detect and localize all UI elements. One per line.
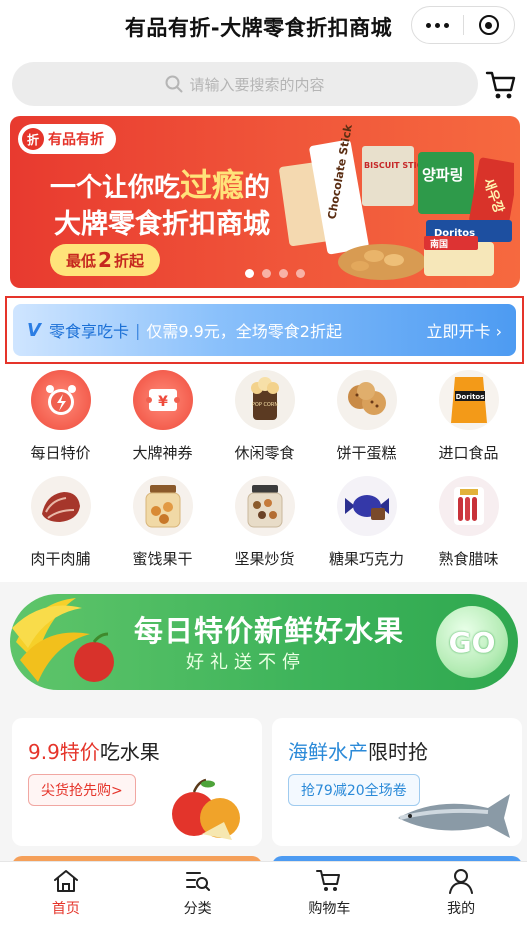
category-nuts[interactable]: 坚果炒货 <box>212 476 317 580</box>
user-icon <box>449 869 474 894</box>
promo-title: 海鲜水产限时抢 <box>288 736 428 765</box>
dried-fruit-jar-icon <box>132 476 193 536</box>
category-label: 肉干肉脯 <box>30 550 91 568</box>
sausage-icon <box>438 476 499 536</box>
pill-pre: 最低 <box>66 251 97 270</box>
promo-title-highlight: 海鲜水产 <box>288 740 368 764</box>
promo-title: 9.9特价吃水果 <box>28 736 160 765</box>
apple-icon <box>172 778 240 840</box>
fish-icon <box>398 794 510 838</box>
tab-label: 我的 <box>447 901 476 917</box>
svg-text:¥: ¥ <box>158 394 168 410</box>
category-dried-fruit[interactable]: 蜜饯果干 <box>110 476 215 580</box>
jerky-icon <box>30 476 91 536</box>
title-bar: 有品有折-大牌零食折扣商城 <box>0 0 527 52</box>
product-text-nanguo: 南国 <box>430 238 448 250</box>
tab-mine[interactable]: 我的 <box>395 862 527 927</box>
tab-cart[interactable]: 购物车 <box>264 862 396 927</box>
category-label: 每日特价 <box>30 444 91 462</box>
carousel-dot[interactable] <box>262 269 271 278</box>
tab-label: 分类 <box>183 901 212 917</box>
category-daily-deal[interactable]: 每日特价 <box>8 370 113 474</box>
search-input[interactable]: 请输入要搜索的内容 <box>12 62 478 106</box>
headline-highlight: 过瘾 <box>180 166 245 204</box>
popcorn-label: POP CORN <box>251 402 277 408</box>
category-label: 大牌神券 <box>132 444 193 462</box>
carousel-dot[interactable] <box>296 269 305 278</box>
cookies-icon <box>336 370 397 430</box>
category-label: 进口食品 <box>438 444 499 462</box>
alarm-clock-icon <box>30 370 91 430</box>
category-label: 蜜饯果干 <box>132 550 193 568</box>
popcorn-icon: POP CORN <box>234 370 295 430</box>
fruit-banner[interactable]: 每日特价新鲜好水果 好礼送不停 GO <box>10 594 518 690</box>
doritos-chips-icon: Doritos <box>438 370 499 430</box>
brand-logo-icon: 折 <box>22 128 44 150</box>
promo-card-seafood[interactable]: 海鲜水产限时抢 抢79减20全场卷 <box>272 718 522 846</box>
cart-icon <box>316 870 341 891</box>
fruit-banner-title: 每日特价新鲜好水果 <box>134 614 405 648</box>
home-icon <box>53 870 78 892</box>
category-label: 糖果巧克力 <box>328 550 404 568</box>
candy-icon <box>336 476 397 536</box>
carousel-dots[interactable] <box>10 269 520 278</box>
bottom-tab-bar: 首页 分类 购物车 我的 <box>0 861 527 927</box>
snack-products-image: Chocolate Stick BISCUIT STICK 양파링 새우깡 Do… <box>279 124 514 280</box>
brand-name: 有品有折 <box>48 132 104 148</box>
category-candy[interactable]: 糖果巧克力 <box>314 476 419 580</box>
tab-category[interactable]: 分类 <box>132 862 264 927</box>
category-jerky[interactable]: 肉干肉脯 <box>8 476 113 580</box>
vip-mark-icon: V <box>27 319 41 341</box>
search-placeholder: 请输入要搜索的内容 <box>189 75 325 94</box>
go-button[interactable]: GO <box>436 606 508 678</box>
nuts-jar-icon <box>234 476 295 536</box>
search-row: 请输入要搜索的内容 <box>0 52 527 112</box>
tab-home[interactable]: 首页 <box>0 862 132 927</box>
pill-post: 折起 <box>113 251 144 270</box>
search-icon <box>165 75 183 93</box>
promo-title-rest: 吃水果 <box>99 740 160 764</box>
member-card-highlight: V 零食享吃卡 | 仅需9.9元，全场零食2折起 立即开卡 › <box>5 296 524 364</box>
doritos-label: Doritos <box>455 393 484 401</box>
member-card[interactable]: V 零食享吃卡 | 仅需9.9元，全场零食2折起 立即开卡 › <box>13 304 516 356</box>
target-circle-icon[interactable] <box>463 7 514 43</box>
promo-card-fruit[interactable]: 9.9特价吃水果 尖货抢先购> <box>12 718 262 846</box>
member-card-desc: 仅需9.9元，全场零食2折起 <box>146 322 342 341</box>
banner-headline: 一个让你吃过瘾的 <box>50 160 270 206</box>
coupon-icon: ¥ <box>132 370 193 430</box>
headline-pre: 一个让你吃 <box>50 173 181 203</box>
category-snacks[interactable]: POP CORN 休闲零食 <box>212 370 317 474</box>
category-coupons[interactable]: ¥ 大牌神券 <box>110 370 215 474</box>
category-label: 熟食腊味 <box>438 550 499 568</box>
tab-label: 首页 <box>51 901 80 917</box>
cart-icon[interactable] <box>485 70 517 100</box>
category-label: 休闲零食 <box>234 444 295 462</box>
carousel-dot[interactable] <box>245 269 254 278</box>
hero-banner[interactable]: 折 有品有折 一个让你吃过瘾的 大牌零食折扣商城 最低 2 折起 Chocolate… <box>10 116 520 288</box>
headline-post: 的 <box>244 173 271 203</box>
category-biscuits[interactable]: 饼干蛋糕 <box>314 370 419 474</box>
more-dots-icon[interactable] <box>412 7 463 43</box>
open-card-button[interactable]: 立即开卡 › <box>426 318 502 342</box>
product-text-onion-rings: 양파링 <box>422 166 463 184</box>
category-cured-meat[interactable]: 熟食腊味 <box>416 476 521 580</box>
fruit-banner-subtitle: 好礼送不停 <box>186 652 306 673</box>
brand-badge: 折 有品有折 <box>18 124 116 154</box>
mini-program-capsule <box>411 6 515 44</box>
chevron-right-icon: › <box>495 322 502 341</box>
promo-tag[interactable]: 尖货抢先购> <box>28 774 136 806</box>
category-label: 坚果炒货 <box>234 550 295 568</box>
fruit-basket-icon <box>12 598 114 682</box>
category-imported[interactable]: Doritos 进口食品 <box>416 370 521 474</box>
promo-title-rest: 限时抢 <box>368 740 428 764</box>
category-search-icon <box>185 872 210 891</box>
carousel-dot[interactable] <box>279 269 288 278</box>
promo-title-highlight: 9.9特价 <box>28 740 100 764</box>
member-card-title: 零食享吃卡 <box>48 322 129 341</box>
open-card-label: 立即开卡 <box>426 322 491 341</box>
member-card-separator: | <box>134 320 141 340</box>
category-label: 饼干蛋糕 <box>336 444 397 462</box>
tab-label: 购物车 <box>308 901 351 917</box>
banner-subheadline: 大牌零食折扣商城 <box>54 209 270 240</box>
